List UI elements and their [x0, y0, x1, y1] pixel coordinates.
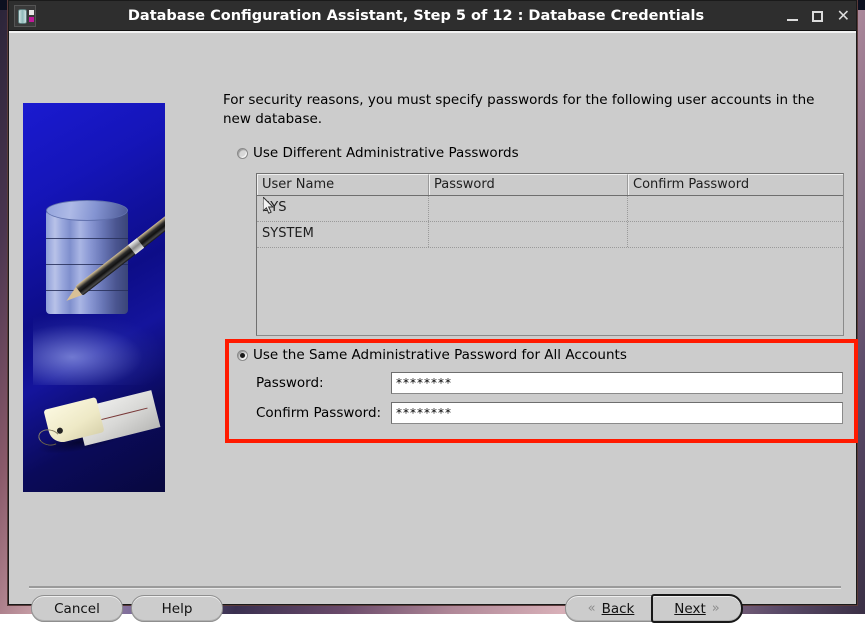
radio-indicator-different[interactable]: [237, 147, 248, 159]
window-titlebar[interactable]: Database Configuration Assistant, Step 5…: [9, 1, 856, 31]
icon-square-light: [29, 9, 34, 15]
radio-use-same-password[interactable]: Use the Same Administrative Password for…: [237, 347, 627, 363]
cylinder-ring: [46, 238, 128, 239]
confirm-password-input[interactable]: ********: [391, 402, 843, 424]
back-button-label: Back: [601, 600, 635, 617]
dbca-window: Database Configuration Assistant, Step 5…: [8, 0, 858, 623]
radio-indicator-same[interactable]: [237, 349, 248, 361]
cell-confirm-password[interactable]: [628, 196, 843, 221]
password-field-row: Password: ********: [256, 372, 843, 394]
database-icon: [14, 4, 36, 27]
light-glow: [33, 315, 163, 385]
table-row[interactable]: SYS: [257, 196, 843, 222]
next-button[interactable]: Next »: [651, 594, 743, 623]
cylinder-top: [46, 200, 128, 221]
confirm-password-field-row: Confirm Password: ********: [256, 402, 843, 424]
pen-band: [128, 238, 145, 255]
table-header-row: User Name Password Confirm Password: [257, 174, 843, 196]
cell-password[interactable]: [429, 196, 628, 221]
radio-use-different-passwords[interactable]: Use Different Administrative Passwords: [237, 145, 519, 161]
cell-user-name[interactable]: SYSTEM: [257, 222, 429, 247]
column-header-password[interactable]: Password: [429, 174, 628, 195]
radio-label-same: Use the Same Administrative Password for…: [253, 347, 627, 363]
column-header-user-name[interactable]: User Name: [257, 174, 429, 195]
close-icon[interactable]: ✕: [837, 8, 850, 24]
next-button-label: Next: [674, 600, 706, 617]
password-input[interactable]: ********: [391, 372, 843, 394]
minimize-icon[interactable]: [786, 11, 798, 22]
table-row[interactable]: SYSTEM: [257, 222, 843, 248]
confirm-password-label: Confirm Password:: [256, 405, 382, 421]
cell-password[interactable]: [429, 222, 628, 247]
database-cylinder-glyph: [18, 8, 27, 24]
database-illustration: [23, 103, 165, 492]
window-controls: ✕: [786, 1, 850, 31]
window-client-area: For security reasons, you must specify p…: [9, 31, 858, 623]
window-title: Database Configuration Assistant, Step 5…: [127, 7, 705, 24]
cell-confirm-password[interactable]: [628, 222, 843, 247]
icon-square-magenta: [29, 16, 34, 22]
instruction-text: For security reasons, you must specify p…: [223, 92, 815, 127]
help-button[interactable]: Help: [131, 595, 223, 622]
back-button[interactable]: « Back: [565, 595, 657, 622]
radio-label-different: Use Different Administrative Passwords: [253, 145, 519, 161]
footer-divider: [29, 586, 841, 589]
password-label: Password:: [256, 375, 324, 391]
credentials-table[interactable]: User Name Password Confirm Password SYS …: [256, 173, 844, 336]
maximize-icon[interactable]: [811, 10, 823, 22]
column-header-confirm-password[interactable]: Confirm Password: [628, 174, 843, 195]
navigation-button-group: « Back Next »: [565, 594, 743, 623]
cancel-button-label: Cancel: [54, 600, 100, 617]
cancel-button[interactable]: Cancel: [31, 595, 123, 622]
cell-user-name[interactable]: SYS: [257, 196, 429, 221]
help-button-label: Help: [161, 600, 193, 617]
